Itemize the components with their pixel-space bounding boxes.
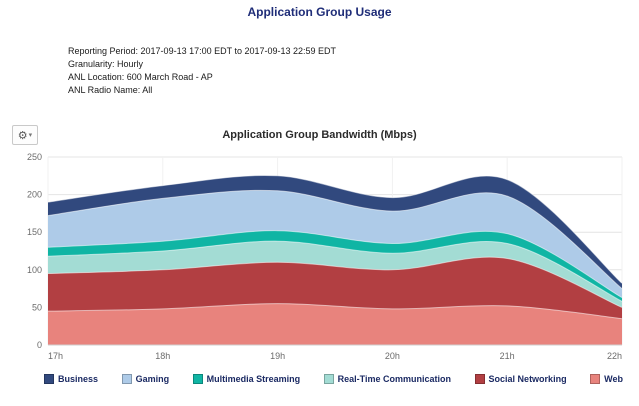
svg-text:18h: 18h (155, 351, 170, 361)
svg-text:250: 250 (27, 152, 42, 162)
legend-swatch (323, 374, 334, 384)
legend-label: Web (604, 374, 623, 384)
svg-text:20h: 20h (385, 351, 400, 361)
svg-text:100: 100 (27, 265, 42, 275)
legend-label: Business (58, 374, 99, 384)
legend-swatch (121, 374, 132, 384)
svg-text:200: 200 (27, 190, 42, 200)
svg-text:150: 150 (27, 227, 42, 237)
chart-header: ⚙ ▾ Application Group Bandwidth (Mbps) (0, 123, 639, 147)
legend-item-real-time-communication[interactable]: Real-Time Communication (323, 374, 452, 384)
svg-text:0: 0 (37, 340, 42, 350)
svg-text:50: 50 (32, 302, 42, 312)
svg-text:21h: 21h (500, 351, 515, 361)
gear-icon: ⚙ (17, 129, 28, 142)
chart-wrap: 0 50 100 150 200 250 17h 18h 19h 20h 21h 22h (8, 147, 639, 370)
svg-text:17h: 17h (48, 351, 63, 361)
report-page: Application Group Usage Reporting Period… (0, 0, 639, 406)
legend-item-gaming[interactable]: Gaming (121, 374, 170, 384)
chart-title: Application Group Bandwidth (Mbps) (222, 129, 417, 141)
legend-label: Social Networking (488, 374, 567, 384)
reporting-period: Reporting Period: 2017-09-13 17:00 EDT t… (68, 46, 337, 56)
chart-options-button[interactable]: ⚙ ▾ (12, 125, 38, 145)
legend-item-business[interactable]: Business (44, 374, 98, 384)
anl-location: ANL Location: 600 March Road - AP (68, 72, 213, 82)
legend-swatch (590, 374, 601, 384)
page-title: Application Group Usage (247, 5, 392, 19)
chart-section: ⚙ ▾ Application Group Bandwidth (Mbps) 0… (0, 123, 639, 384)
svg-text:19h: 19h (270, 351, 285, 361)
bandwidth-area-chart: 0 50 100 150 200 250 17h 18h 19h 20h 21h 22h (27, 152, 623, 361)
legend-item-multimedia-streaming[interactable]: Multimedia Streaming (192, 374, 301, 384)
svg-text:22h: 22h (607, 351, 622, 361)
legend-swatch (44, 374, 54, 384)
granularity: Granularity: Hourly (68, 59, 144, 69)
legend-label: Multimedia Streaming (206, 374, 301, 384)
anl-radio-name: ANL Radio Name: All (68, 85, 153, 95)
legend-label: Real-Time Communication (337, 374, 452, 384)
legend-label: Gaming (135, 374, 170, 384)
report-meta: Reporting Period: 2017-09-13 17:00 EDT t… (68, 45, 639, 97)
legend-item-web[interactable]: Web (590, 374, 623, 384)
legend-swatch (192, 374, 203, 384)
legend-swatch (474, 374, 485, 384)
chart-legend: Business Gaming Multimedia Streaming Real-T… (0, 370, 639, 384)
chevron-down-icon: ▾ (28, 132, 33, 139)
legend-item-social-networking[interactable]: Social Networking (474, 374, 567, 384)
